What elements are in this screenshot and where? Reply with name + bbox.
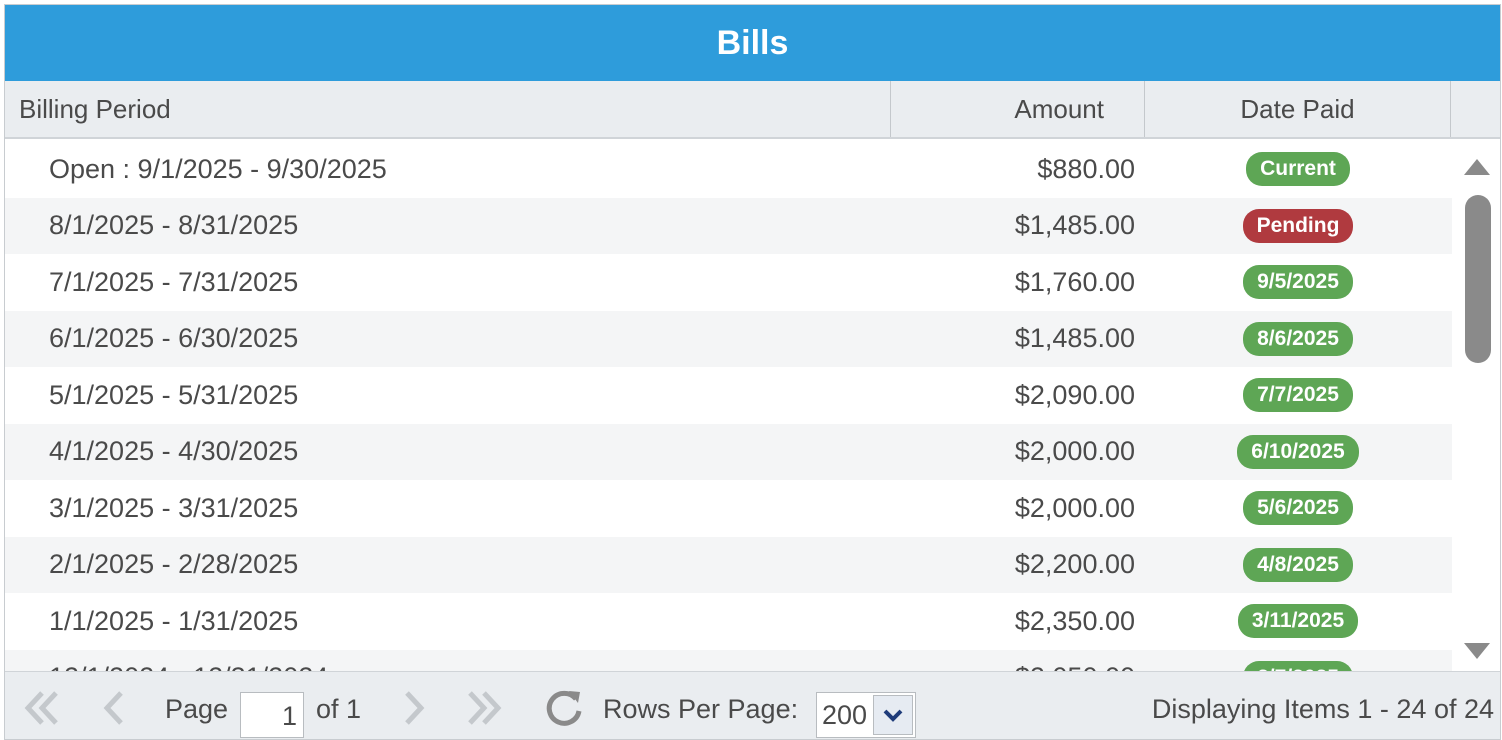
status-badge: 8/6/2025 — [1243, 321, 1353, 356]
page-number-input[interactable]: 1 — [240, 692, 304, 738]
rows-per-page-select[interactable]: 200 — [816, 692, 916, 738]
table-row[interactable]: 6/1/2025 - 6/30/2025 $1,485.00 8/6/2025 — [5, 310, 1452, 368]
status-badge: 3/11/2025 — [1237, 604, 1359, 639]
table-row[interactable]: 5/1/2025 - 5/31/2025 $2,090.00 7/7/2025 — [5, 367, 1452, 424]
date-paid-cell: Current — [1145, 141, 1451, 198]
table-row[interactable]: 8/1/2025 - 8/31/2025 $1,485.00 Pending — [5, 197, 1452, 255]
amount-cell: $2,090.00 — [1014, 379, 1135, 410]
grid-header: Billing Period Amount Date Paid — [5, 81, 1500, 139]
triangle-up-icon[interactable] — [1461, 153, 1493, 181]
status-badge: Pending — [1242, 208, 1354, 243]
status-badge: 6/10/2025 — [1237, 434, 1359, 469]
date-paid-cell: 8/6/2025 — [1145, 311, 1451, 368]
billing-period-cell: 5/1/2025 - 5/31/2025 — [49, 379, 299, 410]
chevron-right-icon[interactable] — [397, 688, 431, 728]
billing-period-cell: 6/1/2025 - 6/30/2025 — [49, 323, 299, 354]
amount-cell: $2,200.00 — [1014, 549, 1135, 580]
date-paid-cell: 4/8/2025 — [1145, 537, 1451, 594]
amount-cell: $2,000.00 — [1014, 492, 1135, 523]
page-label: Page — [165, 694, 229, 724]
amount-cell: $2,350.00 — [1014, 605, 1135, 636]
table-row[interactable]: 12/1/2024 - 12/31/2024 $2,050.00 2/7/2025 — [5, 649, 1452, 671]
double-chevron-right-icon[interactable] — [459, 688, 509, 728]
table-row[interactable]: Open : 9/1/2025 - 9/30/2025 $880.00 Curren… — [5, 141, 1452, 198]
refresh-icon[interactable] — [541, 688, 587, 728]
billing-period-cell: 2/1/2025 - 2/28/2025 — [49, 549, 299, 580]
chevron-left-icon[interactable] — [97, 688, 131, 728]
billing-period-cell: Open : 9/1/2025 - 9/30/2025 — [49, 153, 387, 184]
status-badge: 7/7/2025 — [1243, 378, 1353, 413]
column-header-amount[interactable]: Amount — [891, 81, 1145, 137]
date-paid-cell: 3/11/2025 — [1145, 593, 1451, 650]
status-badge: 4/8/2025 — [1243, 547, 1353, 582]
scrollbar-thumb[interactable] — [1465, 195, 1491, 363]
status-badge: Current — [1246, 152, 1350, 187]
table-row[interactable]: 2/1/2025 - 2/28/2025 $2,200.00 4/8/2025 — [5, 536, 1452, 594]
date-paid-cell: Pending — [1145, 198, 1451, 255]
rows-per-page-label: Rows Per Page: — [603, 694, 799, 724]
column-header-date-paid[interactable]: Date Paid — [1145, 81, 1451, 137]
page-count-label: of 1 — [316, 694, 362, 724]
amount-cell: $880.00 — [1037, 153, 1135, 184]
table-row[interactable]: 1/1/2025 - 1/31/2025 $2,350.00 3/11/2025 — [5, 593, 1452, 650]
date-paid-cell: 6/10/2025 — [1145, 424, 1451, 481]
table-row[interactable]: 4/1/2025 - 4/30/2025 $2,000.00 6/10/2025 — [5, 423, 1452, 481]
amount-cell: $1,485.00 — [1014, 210, 1135, 241]
pager-bar: Page 1 of 1 Rows Per Page: 200 Displayin… — [5, 671, 1500, 739]
date-paid-cell: 7/7/2025 — [1145, 367, 1451, 424]
date-paid-cell: 9/5/2025 — [1145, 254, 1451, 311]
billing-period-cell: 1/1/2025 - 1/31/2025 — [49, 605, 299, 636]
amount-cell: $1,760.00 — [1014, 266, 1135, 297]
table-row[interactable]: 7/1/2025 - 7/31/2025 $1,760.00 9/5/2025 — [5, 254, 1452, 311]
billing-period-cell: 8/1/2025 - 8/31/2025 — [49, 210, 299, 241]
displaying-items-status: Displaying Items 1 - 24 of 24 — [1151, 694, 1494, 724]
status-badge: 9/5/2025 — [1243, 265, 1353, 300]
page-number-value: 1 — [281, 701, 297, 731]
billing-period-cell: 7/1/2025 - 7/31/2025 — [49, 266, 299, 297]
column-header-billing-period[interactable]: Billing Period — [5, 81, 891, 137]
status-badge: 2/7/2025 — [1243, 660, 1353, 671]
billing-period-cell: 12/1/2024 - 12/31/2024 — [49, 650, 849, 671]
rows-per-page-value: 200 — [821, 699, 867, 730]
grid-body: Open : 9/1/2025 - 9/30/2025 $880.00 Curren… — [5, 141, 1452, 671]
amount-cell: $1,485.00 — [1014, 323, 1135, 354]
date-paid-cell: 2/7/2025 — [1145, 650, 1451, 671]
table-row[interactable]: 3/1/2025 - 3/31/2025 $2,000.00 5/6/2025 — [5, 480, 1452, 537]
amount-cell: $2,050.00 — [891, 650, 1135, 671]
vertical-scrollbar[interactable] — [1453, 141, 1500, 671]
date-paid-cell: 5/6/2025 — [1145, 480, 1451, 537]
status-badge: 5/6/2025 — [1243, 491, 1353, 526]
amount-cell: $2,000.00 — [1014, 436, 1135, 467]
bills-panel: Bills Billing Period Amount Date Paid Op… — [4, 4, 1501, 740]
billing-period-cell: 3/1/2025 - 3/31/2025 — [49, 492, 299, 523]
billing-period-cell: 4/1/2025 - 4/30/2025 — [49, 436, 299, 467]
panel-title: Bills — [5, 5, 1500, 81]
chevron-down-icon[interactable] — [873, 695, 913, 735]
double-chevron-left-icon[interactable] — [17, 688, 67, 728]
triangle-down-icon[interactable] — [1461, 637, 1493, 665]
